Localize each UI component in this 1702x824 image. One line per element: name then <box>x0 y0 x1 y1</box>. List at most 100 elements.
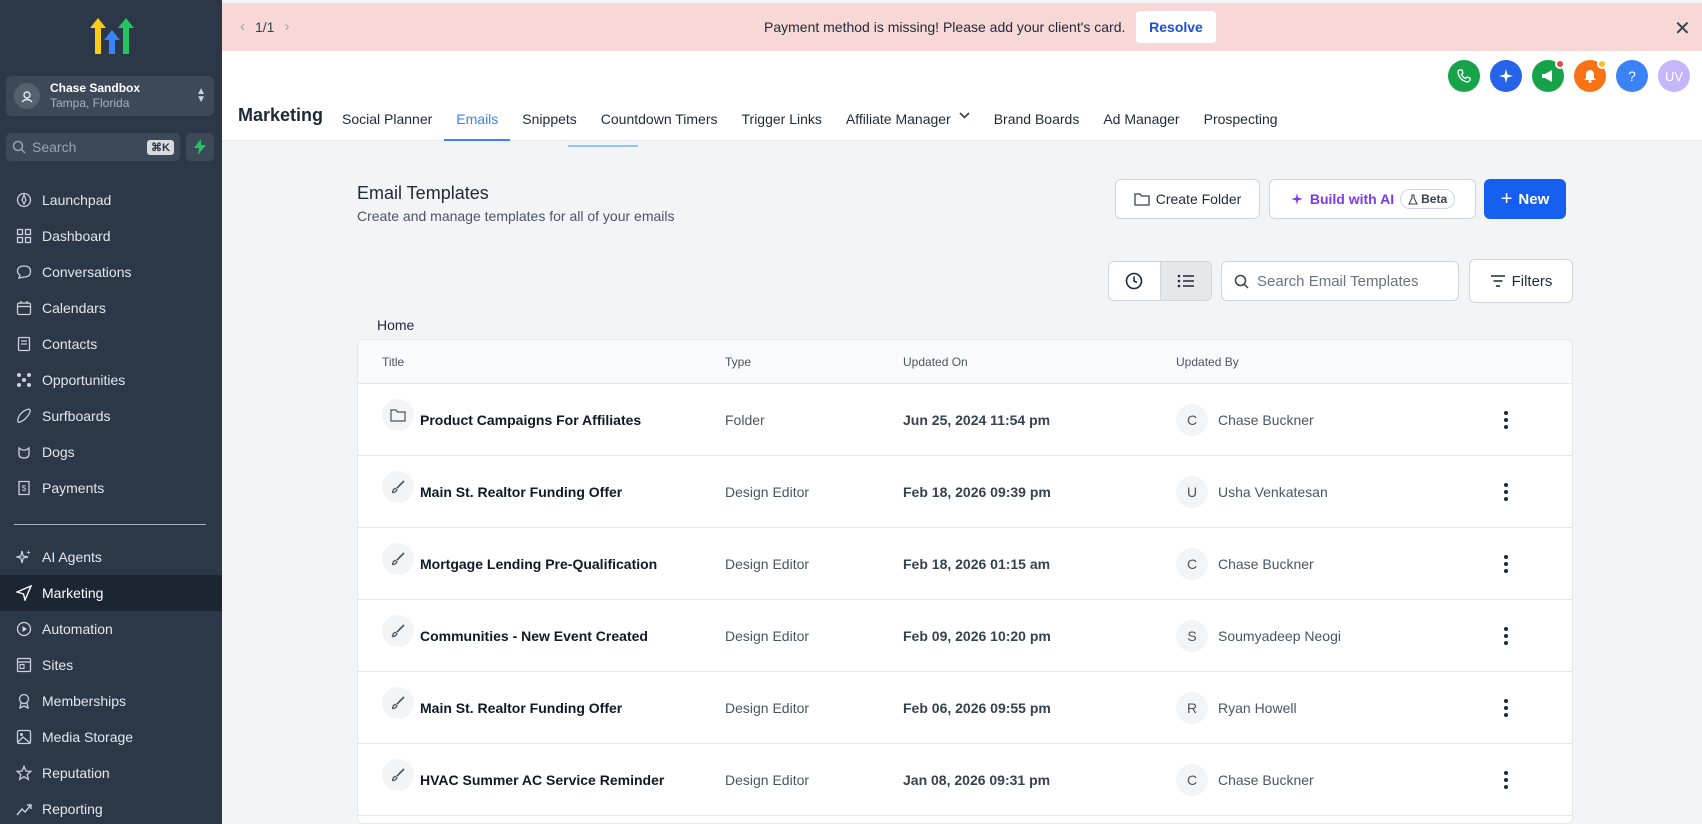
avatar: C <box>1176 547 1208 580</box>
build-with-ai-button[interactable]: Build with AI Beta <box>1269 179 1476 219</box>
sidebar-item-label: Sites <box>42 657 74 673</box>
sidebar-item-opportunities[interactable]: Opportunities <box>0 362 222 398</box>
template-type: Design Editor <box>725 555 810 572</box>
sidebar-item-payments[interactable]: $ Payments <box>0 470 222 506</box>
sidebar-item-reputation[interactable]: Reputation <box>0 755 222 791</box>
sidebar-item-label: Payments <box>42 480 105 496</box>
table-row[interactable]: Mortgage Lending Pre-Qualification Design… <box>358 528 1572 600</box>
template-search-input[interactable]: Search Email Templates <box>1221 261 1459 301</box>
sidebar-item-reporting[interactable]: Reporting <box>0 791 222 824</box>
more-options-icon[interactable] <box>1504 481 1508 502</box>
column-updated-on[interactable]: Updated On <box>903 355 1176 369</box>
sidebar-item-surfboards[interactable]: Surfboards <box>0 398 222 434</box>
sidebar-item-marketing[interactable]: Marketing <box>0 575 222 611</box>
table-row[interactable]: Product Campaigns For Affiliates Folder Ju… <box>358 384 1572 456</box>
template-title[interactable]: Communities - New Event Created <box>420 628 648 644</box>
sidebar-item-memberships[interactable]: Memberships <box>0 683 222 719</box>
list-view-button[interactable] <box>1159 262 1211 300</box>
sidebar-item-label: Marketing <box>42 585 104 601</box>
template-title[interactable]: Product Campaigns For Affiliates <box>420 412 641 428</box>
tab-prospecting[interactable]: Prospecting <box>1192 107 1290 141</box>
sidebar-item-contacts[interactable]: Contacts <box>0 326 222 362</box>
new-template-button[interactable]: + New <box>1484 179 1566 219</box>
clock-icon <box>1126 272 1143 290</box>
sidebar-item-automation[interactable]: Automation <box>0 611 222 647</box>
template-type: Design Editor <box>725 699 810 716</box>
template-title[interactable]: Main St. Realtor Funding Offer <box>420 700 622 716</box>
beta-badge: Beta <box>1400 189 1456 209</box>
column-updated-by[interactable]: Updated By <box>1176 355 1476 369</box>
recent-view-button[interactable] <box>1109 262 1160 300</box>
template-updated-by: Soumyadeep Neogi <box>1218 627 1341 644</box>
template-updated-by: Usha Venkatesan <box>1218 483 1328 500</box>
template-updated-on: Jan 08, 2026 09:31 pm <box>903 771 1051 788</box>
user-avatar[interactable]: UV <box>1658 60 1690 92</box>
table-row[interactable]: Main St. Realtor Funding Offer Design Edi… <box>358 456 1572 528</box>
tab-trigger-links[interactable]: Trigger Links <box>730 107 834 141</box>
table-row[interactable]: Communities - New Event Created Design Ed… <box>358 600 1572 672</box>
account-switcher[interactable]: Chase Sandbox Tampa, Florida ▲ ▼ <box>6 76 214 116</box>
filters-label: Filters <box>1511 272 1553 290</box>
template-title[interactable]: HVAC Summer AC Service Reminder <box>420 772 664 788</box>
sidebar-item-conversations[interactable]: Conversations <box>0 254 222 290</box>
tab-brand-boards[interactable]: Brand Boards <box>982 107 1092 141</box>
tab-emails[interactable]: Emails <box>444 107 511 141</box>
breadcrumb[interactable]: Home <box>377 317 414 333</box>
create-folder-label: Create Folder <box>1155 191 1242 207</box>
tab-affiliate-manager[interactable]: Affiliate Manager <box>834 107 982 141</box>
column-type[interactable]: Type <box>725 355 903 369</box>
filters-button[interactable]: Filters <box>1469 259 1573 303</box>
sidebar-item-launchpad[interactable]: Launchpad <box>0 182 222 218</box>
calendar-icon <box>14 298 34 318</box>
payment-banner: ‹ 1/1 › Payment method is missing! Pleas… <box>222 3 1702 51</box>
column-title[interactable]: Title <box>358 355 725 369</box>
sidebar-search[interactable]: Search ⌘K <box>6 133 180 161</box>
sidebar-item-dashboard[interactable]: Dashboard <box>0 218 222 254</box>
sidebar-item-dogs[interactable]: Dogs <box>0 434 222 470</box>
rocket-icon <box>14 190 34 210</box>
more-options-icon[interactable] <box>1504 553 1508 574</box>
bell-icon[interactable] <box>1574 59 1607 92</box>
phone-icon[interactable] <box>1448 60 1480 92</box>
close-icon[interactable]: ✕ <box>1674 16 1691 41</box>
table-row[interactable]: HVAC Summer AC Service Reminder Design Ed… <box>358 744 1572 816</box>
search-icon <box>1234 274 1249 289</box>
tab-social-planner[interactable]: Social Planner <box>330 107 444 141</box>
more-options-icon[interactable] <box>1504 409 1508 430</box>
sparkle-icon <box>14 547 34 567</box>
sidebar-item-sites[interactable]: Sites <box>0 647 222 683</box>
sidebar-item-label: Contacts <box>42 336 98 352</box>
sidebar-item-calendars[interactable]: Calendars <box>0 290 222 326</box>
banner-message: Payment method is missing! Please add yo… <box>764 19 1126 35</box>
template-title[interactable]: Mortgage Lending Pre-Qualification <box>420 556 657 572</box>
announcement-icon[interactable] <box>1532 59 1565 92</box>
sidebar-item-media-storage[interactable]: Media Storage <box>0 719 222 755</box>
template-title[interactable]: Main St. Realtor Funding Offer <box>420 484 622 500</box>
template-updated-by: Ryan Howell <box>1218 699 1297 716</box>
tab-snippets[interactable]: Snippets <box>510 107 588 141</box>
quick-action-button[interactable] <box>186 133 214 161</box>
tab-label: Trigger Links <box>741 111 822 127</box>
more-options-icon[interactable] <box>1504 625 1508 646</box>
chevron-left-icon[interactable]: ‹ <box>240 18 245 35</box>
tab-label: Social Planner <box>342 111 433 127</box>
templates-table: Title Type Updated On Updated By Product… <box>357 339 1573 824</box>
resolve-button[interactable]: Resolve <box>1136 11 1216 43</box>
sidebar-item-ai-agents[interactable]: AI Agents <box>0 539 222 575</box>
tab-countdown-timers[interactable]: Countdown Timers <box>589 107 730 141</box>
template-updated-on: Feb 18, 2026 09:39 pm <box>903 483 1051 500</box>
template-type: Design Editor <box>725 483 810 500</box>
account-name: Chase Sandbox <box>50 81 141 95</box>
create-folder-button[interactable]: Create Folder <box>1115 179 1260 219</box>
chat-icon <box>14 262 34 282</box>
tab-ad-manager[interactable]: Ad Manager <box>1091 107 1191 141</box>
tab-label: Countdown Timers <box>600 111 718 127</box>
more-options-icon[interactable] <box>1504 769 1508 790</box>
more-options-icon[interactable] <box>1504 697 1508 718</box>
page-title: Marketing <box>238 105 324 125</box>
ai-assist-icon[interactable] <box>1490 60 1522 92</box>
help-icon[interactable]: ? <box>1616 60 1648 92</box>
table-row[interactable]: Main St. Realtor Funding Offer Design Edi… <box>358 672 1572 744</box>
brush-icon <box>382 758 414 791</box>
chevron-right-icon[interactable]: › <box>284 18 289 35</box>
